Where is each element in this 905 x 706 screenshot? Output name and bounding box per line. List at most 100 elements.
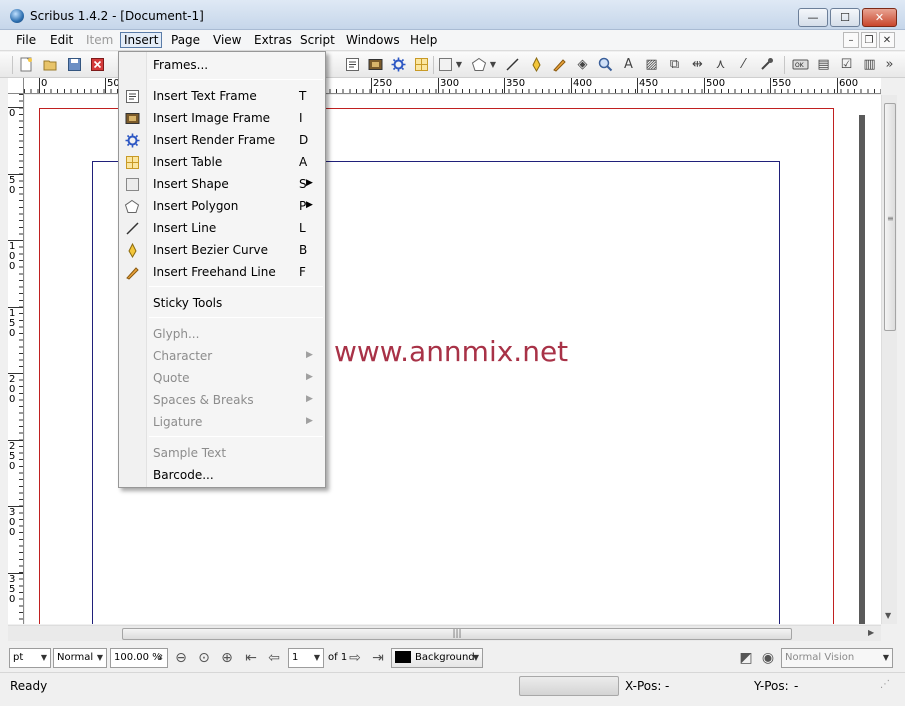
chevron-down-icon: ▼ — [472, 653, 479, 662]
menu-help[interactable]: Help — [406, 32, 441, 48]
copy-properties-icon[interactable]: ⁄ — [735, 56, 752, 73]
measure-icon[interactable]: ⋏ — [712, 56, 729, 73]
link-frames-icon[interactable]: ⧉ — [666, 56, 683, 73]
open-document-icon[interactable] — [42, 56, 59, 73]
eyedropper-icon[interactable] — [758, 56, 775, 73]
edit-text-icon[interactable]: A — [620, 56, 637, 73]
new-document-icon[interactable] — [18, 56, 35, 73]
text-frame-icon[interactable] — [344, 56, 361, 73]
page-select[interactable]: 1 ▼ — [288, 648, 324, 668]
window-title: Scribus 1.4.2 - [Document-1] — [30, 9, 204, 23]
resize-grip-icon[interactable]: ⋰ — [880, 679, 890, 690]
menu-insert-render-frame[interactable]: Insert Render Frame D — [119, 129, 325, 151]
table-icon[interactable] — [413, 56, 430, 73]
menu-item-label: Barcode... — [153, 468, 214, 482]
mdi-minimize-button[interactable]: – — [843, 32, 859, 48]
pdf-push-button-icon[interactable]: OK — [792, 56, 809, 73]
menu-item-label: Glyph... — [153, 327, 200, 341]
menu-glyph: Glyph... — [119, 323, 325, 345]
ruler-corner[interactable] — [8, 78, 24, 94]
line-icon[interactable] — [504, 56, 521, 73]
preview-mode-select[interactable]: Normal ▼ — [53, 648, 107, 668]
previous-page-icon[interactable]: ⇦ — [265, 650, 283, 666]
mdi-restore-icon: ❐ — [864, 34, 874, 46]
zoom-in-icon[interactable]: ⊕ — [218, 650, 236, 666]
menu-item-shortcut: I — [299, 111, 303, 125]
mdi-close-icon: ✕ — [882, 34, 892, 46]
menu-windows[interactable]: Windows — [342, 32, 404, 48]
polygon-dropdown-icon[interactable]: ▼ — [488, 56, 498, 73]
menu-item-label: Sticky Tools — [153, 296, 223, 310]
menu-insert[interactable]: Insert — [120, 32, 163, 48]
layer-select[interactable]: Background ▼ — [391, 648, 483, 668]
vision-select[interactable]: Normal Vision ▼ — [781, 648, 893, 668]
first-page-icon[interactable]: ⇤ — [242, 650, 260, 666]
toolbar-separator — [784, 56, 785, 74]
menu-insert-line[interactable]: Insert Line L — [119, 217, 325, 239]
horizontal-scroll-thumb[interactable]: ||| — [122, 628, 792, 640]
last-page-icon[interactable]: ⇥ — [369, 650, 387, 666]
next-page-icon[interactable]: ⇨ — [346, 650, 364, 666]
bezier-icon[interactable] — [528, 56, 545, 73]
shape-icon — [124, 176, 140, 192]
color-management-icon[interactable]: ◩ — [737, 650, 755, 666]
vertical-scrollbar[interactable]: ≡ ▼ — [881, 95, 897, 624]
freehand-icon[interactable] — [551, 56, 568, 73]
zoom-out-icon[interactable]: ⊖ — [172, 650, 190, 666]
menu-insert-freehand-line[interactable]: Insert Freehand Line F — [119, 261, 325, 283]
menu-edit[interactable]: Edit — [46, 32, 77, 48]
menu-extras[interactable]: Extras — [250, 32, 296, 48]
chevron-down-icon: ▼ — [313, 653, 320, 662]
submenu-arrow-icon: ▶ — [306, 178, 313, 188]
menu-item[interactable]: Item — [82, 32, 117, 48]
shape-icon[interactable] — [437, 56, 454, 73]
menu-insert-text-frame[interactable]: Insert Text Frame T — [119, 85, 325, 107]
pdf-check-box-icon[interactable]: ☑ — [838, 56, 855, 73]
menu-file[interactable]: File — [12, 32, 40, 48]
chevron-down-icon: ▼ — [40, 653, 47, 662]
pdf-list-box-icon[interactable]: ▥ — [861, 56, 878, 73]
close-button[interactable]: ✕ — [862, 8, 897, 27]
toolbar-extension-icon[interactable]: » — [881, 56, 898, 73]
preview-mode-value: Normal — [57, 652, 94, 663]
menu-view[interactable]: View — [209, 32, 245, 48]
menu-insert-image-frame[interactable]: Insert Image Frame I — [119, 107, 325, 129]
menu-bar: File Edit Item Insert Page View Extras S… — [0, 30, 905, 51]
zoom-100-icon[interactable]: ⊙ — [195, 650, 213, 666]
polygon-icon[interactable] — [470, 56, 487, 73]
edit-contents-icon[interactable]: ▨ — [643, 56, 660, 73]
rotate-icon[interactable]: ◈ — [574, 56, 591, 73]
mdi-close-button[interactable]: ✕ — [879, 32, 895, 48]
horizontal-scrollbar[interactable]: ||| ▶ — [8, 625, 881, 641]
zoom-icon[interactable] — [597, 56, 614, 73]
menu-item-label: Quote — [153, 371, 190, 385]
image-frame-icon[interactable] — [367, 56, 384, 73]
minimize-button[interactable]: — — [798, 8, 828, 27]
menu-frames[interactable]: Frames... — [119, 54, 325, 76]
menu-barcode[interactable]: Barcode... — [119, 464, 325, 486]
preview-eye-icon[interactable]: ◉ — [759, 650, 777, 666]
vision-value: Normal Vision — [785, 652, 855, 663]
scroll-down-icon[interactable]: ▼ — [885, 611, 891, 620]
unit-select[interactable]: pt ▼ — [9, 648, 51, 668]
vertical-ruler[interactable]: 0 50 100 150 200 250 300 350 — [8, 94, 24, 624]
render-frame-icon[interactable] — [390, 56, 407, 73]
ruler-label: 350 — [9, 574, 16, 605]
vertical-scroll-thumb[interactable]: ≡ — [884, 103, 896, 331]
shape-dropdown-icon[interactable]: ▼ — [454, 56, 464, 73]
maximize-button[interactable]: ☐ — [830, 8, 860, 27]
menu-insert-bezier-curve[interactable]: Insert Bezier Curve B — [119, 239, 325, 261]
pdf-text-field-icon[interactable]: ▤ — [815, 56, 832, 73]
zoom-input[interactable]: 100.00 % ⇕ — [110, 648, 168, 668]
save-icon[interactable] — [66, 56, 83, 73]
close-document-icon[interactable] — [89, 56, 106, 73]
scroll-right-icon[interactable]: ▶ — [868, 628, 874, 637]
menu-page[interactable]: Page — [167, 32, 204, 48]
menu-insert-shape[interactable]: Insert Shape S ▶ — [119, 173, 325, 195]
menu-script[interactable]: Script — [296, 32, 339, 48]
unlink-frames-icon[interactable]: ⇹ — [689, 56, 706, 73]
menu-sticky-tools[interactable]: Sticky Tools — [119, 292, 325, 314]
mdi-restore-button[interactable]: ❐ — [861, 32, 877, 48]
menu-insert-polygon[interactable]: Insert Polygon P ▶ — [119, 195, 325, 217]
menu-insert-table[interactable]: Insert Table A — [119, 151, 325, 173]
